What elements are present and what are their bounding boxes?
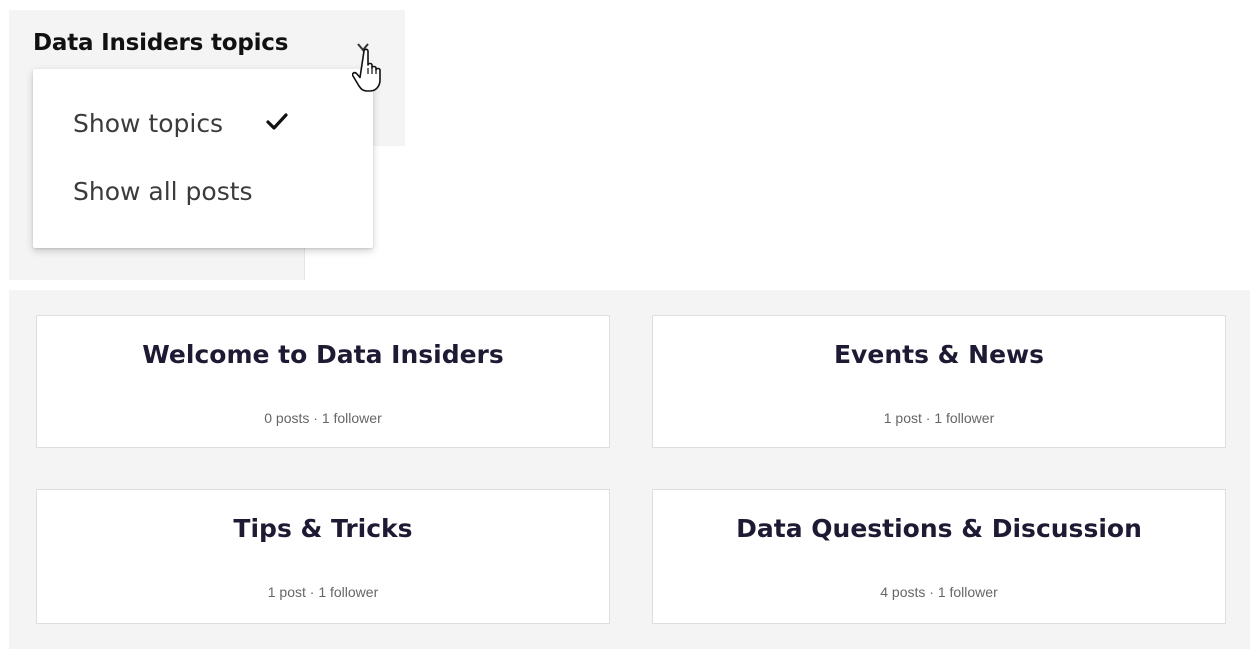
topic-meta: 4 posts · 1 follower bbox=[653, 584, 1225, 600]
topics-grid: Welcome to Data Insiders 0 posts · 1 fol… bbox=[9, 290, 1250, 649]
topic-card-data-questions[interactable]: Data Questions & Discussion 4 posts · 1 … bbox=[652, 489, 1226, 624]
menu-item-show-topics[interactable]: Show topics bbox=[73, 109, 223, 138]
topic-post-count: 1 post bbox=[883, 410, 922, 426]
checkmark-icon bbox=[266, 113, 288, 130]
hand-pointer-icon bbox=[352, 48, 381, 92]
topic-meta: 1 post · 1 follower bbox=[37, 584, 609, 600]
topic-title: Data Questions & Discussion bbox=[736, 514, 1142, 543]
topic-title: Welcome to Data Insiders bbox=[142, 340, 504, 369]
topic-post-count: 1 post bbox=[267, 584, 306, 600]
topic-card-welcome[interactable]: Welcome to Data Insiders 0 posts · 1 fol… bbox=[36, 315, 610, 448]
page-title[interactable]: Data Insiders topics bbox=[33, 30, 288, 56]
meta-separator: · bbox=[313, 410, 318, 426]
topic-follower-count: 1 follower bbox=[934, 410, 995, 426]
topic-title: Tips & Tricks bbox=[233, 514, 413, 543]
meta-separator: · bbox=[925, 410, 931, 426]
meta-separator: · bbox=[309, 584, 315, 600]
topic-title: Events & News bbox=[833, 340, 1045, 369]
topics-dropdown-menu: Show topics Show all posts bbox=[33, 69, 373, 248]
meta-separator: · bbox=[929, 584, 934, 600]
topic-post-count: 4 posts bbox=[880, 584, 926, 600]
menu-item-label: Show all posts bbox=[73, 177, 253, 206]
topic-meta: 1 post · 1 follower bbox=[653, 410, 1225, 426]
topic-card-tips-tricks[interactable]: Tips & Tricks 1 post · 1 follower bbox=[36, 489, 610, 624]
topic-post-count: 0 posts bbox=[264, 410, 310, 426]
topic-follower-count: 1 follower bbox=[318, 584, 379, 600]
topic-follower-count: 1 follower bbox=[937, 584, 998, 600]
topic-follower-count: 1 follower bbox=[321, 410, 382, 426]
menu-item-label: Show topics bbox=[73, 109, 224, 138]
menu-item-show-all-posts[interactable]: Show all posts bbox=[73, 177, 253, 206]
topic-card-events-news[interactable]: Events & News 1 post · 1 follower bbox=[652, 315, 1226, 448]
topic-meta: 0 posts · 1 follower bbox=[37, 410, 609, 426]
